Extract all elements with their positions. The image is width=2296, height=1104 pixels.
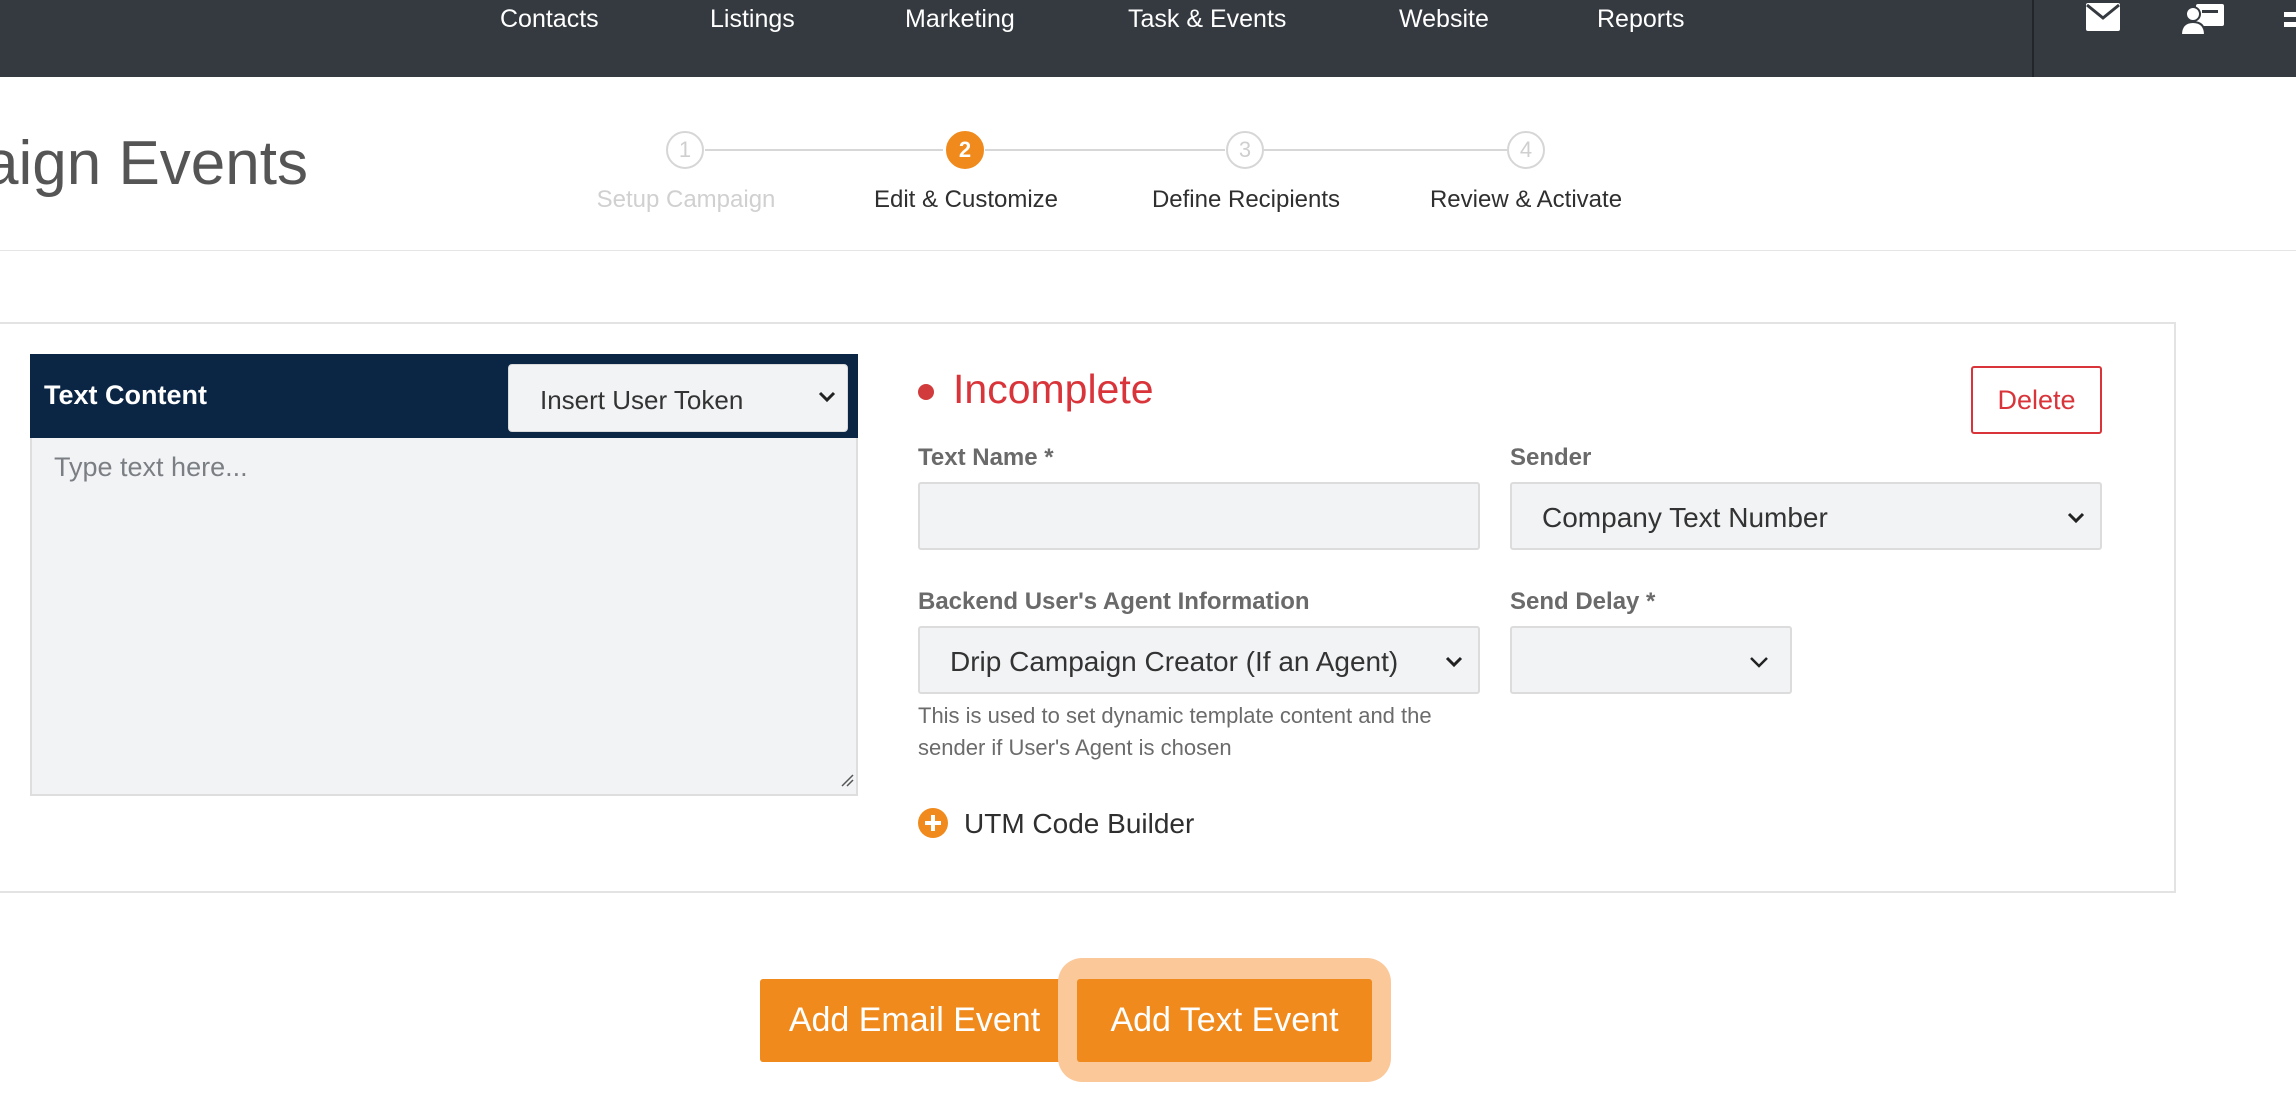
- contact-card-icon[interactable]: [2179, 2, 2226, 41]
- sender-label: Sender: [1510, 444, 1592, 471]
- envelope-icon[interactable]: [2085, 2, 2121, 37]
- delete-button[interactable]: Delete: [1971, 366, 2102, 434]
- add-text-event-button[interactable]: Add Text Event: [1077, 979, 1372, 1062]
- step-4-label[interactable]: Review & Activate: [1430, 186, 1622, 214]
- nav-divider: [2032, 0, 2034, 77]
- text-content-title: Text Content: [44, 380, 207, 410]
- agent-info-help-text: This is used to set dynamic template con…: [918, 703, 1432, 760]
- send-delay-select[interactable]: [1510, 626, 1792, 694]
- nav-listings[interactable]: Listings: [710, 0, 795, 38]
- agent-info-value: Drip Campaign Creator (If an Agent): [950, 646, 1399, 677]
- page-title: aign Events: [0, 129, 308, 198]
- utm-code-builder-toggle[interactable]: UTM Code Builder: [964, 808, 1194, 840]
- step-2-circle[interactable]: 2: [946, 131, 984, 169]
- send-delay-label: Send Delay *: [1510, 588, 1656, 615]
- stepper-connector: [705, 149, 943, 151]
- insert-user-token-select[interactable]: Insert User Token: [508, 364, 848, 432]
- chevron-down-icon: [2066, 508, 2086, 533]
- menu-icon[interactable]: [2284, 6, 2296, 39]
- step-1-circle[interactable]: 1: [666, 131, 704, 169]
- text-name-label: Text Name *: [918, 444, 1054, 471]
- step-3-circle[interactable]: 3: [1226, 131, 1264, 169]
- agent-info-select[interactable]: Drip Campaign Creator (If an Agent): [918, 626, 1480, 694]
- sender-select[interactable]: Company Text Number: [1510, 482, 2102, 550]
- nav-website[interactable]: Website: [1399, 0, 1489, 38]
- step-4-circle[interactable]: 4: [1507, 131, 1545, 169]
- top-navbar: Contacts Listings Marketing Task & Event…: [0, 0, 2296, 77]
- chevron-down-icon: [1444, 652, 1464, 677]
- nav-marketing[interactable]: Marketing: [905, 0, 1015, 38]
- chevron-down-icon: [817, 387, 837, 412]
- status-dot-icon: [918, 384, 934, 400]
- stepper-connector: [985, 149, 1225, 151]
- nav-contacts[interactable]: Contacts: [500, 0, 599, 38]
- text-name-input[interactable]: [918, 482, 1480, 550]
- resize-handle-icon[interactable]: [838, 771, 854, 792]
- status-label: Incomplete: [953, 366, 1154, 412]
- text-content-placeholder: Type text here...: [54, 452, 248, 482]
- agent-info-label: Backend User's Agent Information: [918, 588, 1310, 615]
- add-email-event-button[interactable]: Add Email Event: [760, 979, 1069, 1062]
- insert-user-token-value: Insert User Token: [540, 385, 744, 415]
- nav-task-events[interactable]: Task & Events: [1128, 0, 1286, 38]
- nav-reports[interactable]: Reports: [1597, 0, 1685, 38]
- chevron-down-icon: [1748, 652, 1770, 677]
- text-content-textarea[interactable]: Type text here...: [30, 438, 858, 796]
- plus-circle-icon[interactable]: [918, 808, 948, 838]
- step-1-label[interactable]: Setup Campaign: [597, 186, 776, 214]
- step-3-label[interactable]: Define Recipients: [1152, 186, 1340, 214]
- sender-value: Company Text Number: [1542, 502, 1828, 533]
- stepper-connector: [1264, 149, 1507, 151]
- step-2-label[interactable]: Edit & Customize: [874, 186, 1058, 214]
- header-divider: [0, 250, 2296, 251]
